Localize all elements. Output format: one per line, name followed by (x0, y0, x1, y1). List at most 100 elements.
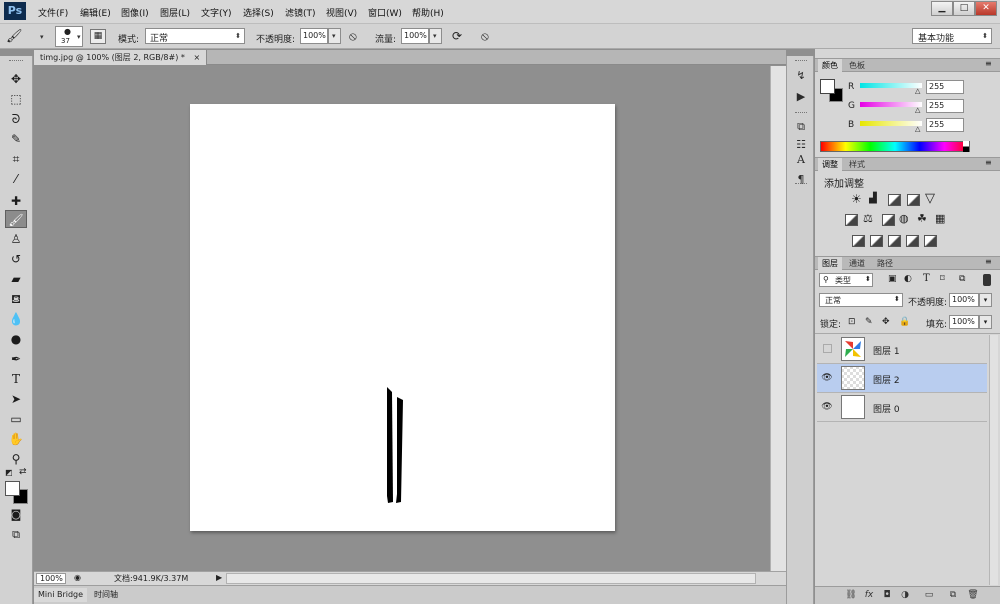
selective-color-icon[interactable] (906, 235, 919, 247)
slider-handle-icon[interactable]: △ (915, 87, 920, 95)
filter-smart-object-icon[interactable]: ⧉ (959, 274, 965, 284)
filter-type-icon[interactable]: T (923, 273, 930, 284)
layer-row[interactable]: 👁 图层 0 (817, 393, 987, 422)
hand-tool-icon[interactable]: ✋ (5, 430, 27, 448)
blend-mode-select[interactable]: 正常 ⬍ (819, 293, 903, 307)
channel-g-input[interactable]: 255 (926, 99, 964, 113)
posterize-icon[interactable] (870, 235, 883, 247)
tab-channels[interactable]: 通道 (845, 257, 869, 270)
filter-toggle[interactable] (983, 274, 991, 286)
brightness-icon[interactable]: ☀ (851, 192, 862, 206)
channel-g-slider[interactable] (860, 102, 922, 107)
menu-file[interactable]: 文件(F) (38, 6, 68, 19)
curves-icon[interactable] (888, 194, 901, 206)
type-tool-icon[interactable]: T (5, 370, 27, 388)
menu-help[interactable]: 帮助(H) (412, 6, 444, 19)
color-foreground-swatch[interactable] (820, 79, 835, 94)
black-white-ramp[interactable] (963, 141, 969, 152)
filter-adjustment-icon[interactable]: ◐ (904, 274, 912, 284)
lasso-tool-icon[interactable]: ᘐ (5, 110, 27, 128)
tab-adjustments[interactable]: 调整 (818, 158, 842, 171)
workspace-select[interactable]: 基本功能 ⬍ (912, 28, 992, 44)
visibility-toggle-empty[interactable] (823, 344, 832, 353)
document-tab[interactable]: timg.jpg @ 100% (图层 2, RGB/8#) * × (34, 50, 208, 65)
tab-layers[interactable]: 图层 (818, 257, 842, 270)
panel-menu-icon[interactable]: ≡ (985, 257, 992, 266)
color-lookup-icon[interactable]: ▦ (935, 212, 945, 225)
brush-presets-icon[interactable]: ⧉ (793, 120, 809, 134)
lock-all-icon[interactable]: 🔒 (899, 317, 910, 327)
new-layer-icon[interactable]: ⧉ (947, 589, 959, 601)
photo-filter-icon[interactable]: ◍ (899, 212, 909, 225)
eye-icon[interactable]: 👁 (821, 373, 833, 383)
minimize-button[interactable]: ▁ (931, 1, 953, 16)
brush-tool-icon[interactable]: 🖌 (6, 29, 23, 44)
status-menu-icon[interactable]: ◉ (74, 573, 81, 582)
layer-opacity-input[interactable]: 100% (949, 293, 979, 307)
filter-pixel-icon[interactable]: ▣ (888, 274, 897, 284)
tool-preset-dropdown[interactable]: ▾ (40, 33, 44, 41)
mode-select[interactable]: 正常 ⬍ (145, 28, 245, 44)
tab-color[interactable]: 颜色 (818, 59, 842, 72)
eyedropper-tool-icon[interactable]: ⁄ (5, 170, 27, 188)
layer-row-selected[interactable]: 👁 图层 2 (817, 364, 987, 393)
quick-mask-icon[interactable]: ◙ (5, 506, 27, 524)
adjustment-icon[interactable]: ◑ (899, 589, 911, 601)
vertical-scrollbar[interactable] (770, 66, 786, 571)
tab-swatches[interactable]: 色板 (845, 59, 869, 72)
exposure-icon[interactable] (907, 194, 920, 206)
lock-transparent-icon[interactable]: ⊡ (848, 317, 856, 327)
menu-select[interactable]: 选择(S) (243, 6, 274, 19)
opacity-dropdown[interactable]: ▾ (328, 28, 341, 44)
color-balance-icon[interactable]: ⚖ (863, 212, 873, 225)
levels-icon[interactable]: ▟ (869, 193, 877, 204)
clone-source-icon[interactable]: ☷ (793, 138, 809, 152)
layer-filter-select[interactable]: ⚲ 类型 ⬍ (819, 273, 873, 287)
clone-stamp-tool-icon[interactable]: ♙ (5, 230, 27, 248)
panel-grip[interactable] (795, 112, 807, 113)
fill-input[interactable]: 100% (949, 315, 979, 329)
panel-menu-icon[interactable]: ≡ (985, 59, 992, 68)
vibrance-icon[interactable]: ▽ (925, 191, 935, 206)
quick-selection-tool-icon[interactable]: ✎ (5, 130, 27, 148)
layer-row[interactable]: 图层 1 (817, 335, 987, 364)
color-spectrum-ramp[interactable] (820, 141, 970, 152)
eraser-tool-icon[interactable]: ▰ (5, 270, 27, 288)
dodge-tool-icon[interactable]: ● (5, 330, 27, 348)
paint-bucket-tool-icon[interactable]: ⛾ (5, 290, 27, 308)
fill-dropdown[interactable]: ▾ (979, 315, 992, 329)
lock-pixels-icon[interactable]: ✎ (865, 317, 873, 327)
blur-tool-icon[interactable]: 💧 (5, 310, 27, 328)
flow-dropdown[interactable]: ▾ (429, 28, 442, 44)
actions-play-icon[interactable]: ▶ (793, 90, 809, 104)
invert-icon[interactable] (852, 235, 865, 247)
menu-edit[interactable]: 编辑(E) (80, 6, 111, 19)
eye-icon[interactable]: 👁 (821, 402, 833, 412)
menu-filter[interactable]: 滤镜(T) (285, 6, 316, 19)
tab-timeline[interactable]: 时间轴 (90, 588, 122, 602)
tab-mini-bridge[interactable]: Mini Bridge (34, 588, 88, 602)
lock-position-icon[interactable]: ✥ (882, 317, 890, 327)
tab-styles[interactable]: 样式 (845, 158, 869, 171)
threshold-icon[interactable] (888, 235, 901, 247)
menu-layer[interactable]: 图层(L) (160, 6, 190, 19)
channel-b-input[interactable]: 255 (926, 118, 964, 132)
layer-opacity-dropdown[interactable]: ▾ (979, 293, 992, 307)
image-canvas[interactable] (190, 104, 615, 531)
layers-scrollbar[interactable] (989, 335, 998, 585)
pen-tool-icon[interactable]: ✒ (5, 350, 27, 368)
panel-grip[interactable] (795, 60, 807, 61)
move-tool-icon[interactable]: ✥ (5, 70, 27, 88)
filter-shape-icon[interactable]: ⌑ (940, 274, 945, 284)
flow-input[interactable]: 100% (401, 28, 429, 44)
brush-preset-picker[interactable]: ● 37 ▾ (55, 26, 83, 47)
shape-tool-icon[interactable]: ▭ (5, 410, 27, 428)
history-icon[interactable]: ↯ (793, 69, 809, 83)
healing-brush-tool-icon[interactable]: ✚ (5, 192, 27, 210)
channel-b-slider[interactable] (860, 121, 922, 126)
crop-tool-icon[interactable]: ⌗ (5, 150, 27, 168)
trash-icon[interactable]: 🗑 (967, 589, 979, 601)
menu-type[interactable]: 文字(Y) (201, 6, 232, 19)
panel-grip[interactable] (9, 60, 23, 63)
pressure-opacity-icon[interactable]: ⦸ (349, 29, 357, 44)
